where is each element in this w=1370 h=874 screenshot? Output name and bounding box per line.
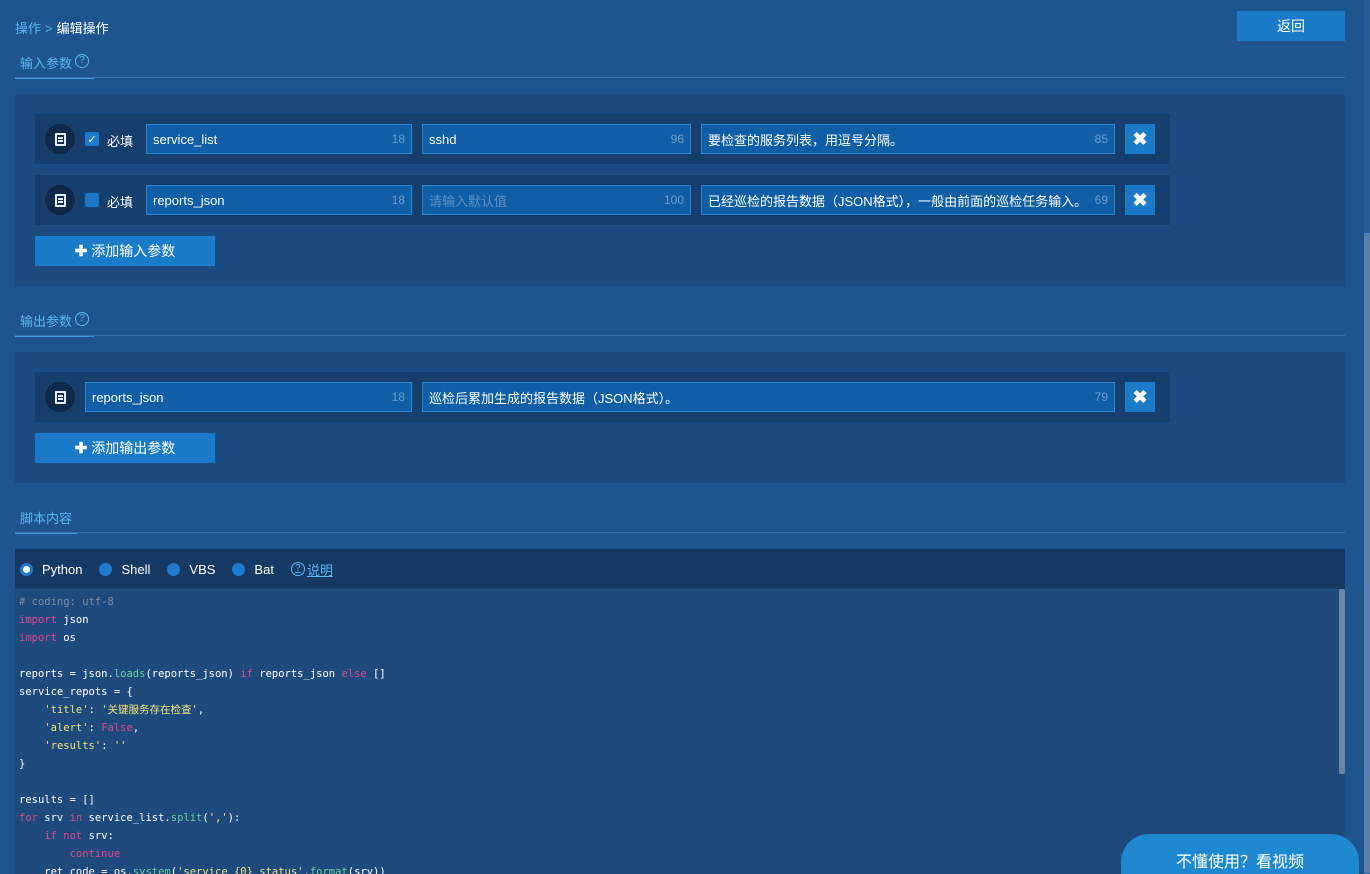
input-param-row: 必填 reports_json 18 请输入默认值 100 已经巡检的报告数据（… — [35, 175, 1170, 225]
section-divider — [15, 335, 1345, 336]
plus-icon: ✚ — [74, 440, 88, 457]
delete-row-button[interactable]: ✖ — [1125, 124, 1155, 154]
script-help-link[interactable]: ? 说明 — [290, 560, 333, 579]
param-name-input[interactable]: reports_json 18 — [146, 185, 412, 215]
add-output-param-button[interactable]: ✚ 添加输出参数 — [35, 433, 215, 463]
param-name-count: 18 — [391, 390, 405, 404]
required-label: 必填 — [107, 134, 134, 149]
param-description-value: 已经巡检的报告数据（JSON格式），一般由前面的巡检任务输入。 — [708, 193, 1088, 209]
code-editor-scrollbar[interactable] — [1339, 589, 1345, 774]
section-divider — [15, 532, 1345, 533]
section-divider — [15, 77, 1345, 78]
breadcrumb-current: 编辑操作 — [56, 21, 109, 36]
language-label-shell[interactable]: Shell — [121, 562, 150, 577]
required-checkbox[interactable] — [85, 193, 99, 207]
param-description-input[interactable]: 巡检后累加生成的报告数据（JSON格式）。 79 — [422, 382, 1115, 412]
param-default-input[interactable]: sshd 96 — [422, 124, 691, 154]
tab-input-params[interactable]: 输入参数 ? — [15, 53, 95, 79]
help-icon[interactable]: ? — [75, 312, 90, 326]
language-label-bat[interactable]: Bat — [254, 562, 274, 577]
tab-output-params[interactable]: 输出参数 ? — [15, 311, 95, 337]
add-output-param-label: 添加输出参数 — [91, 440, 176, 456]
param-description-count: 79 — [1094, 390, 1108, 404]
help-icon: ? — [290, 562, 305, 576]
code-line: 'alert': False, — [44, 722, 140, 734]
help-icon[interactable]: ? — [75, 54, 90, 68]
code-line: import json — [19, 614, 89, 626]
script-help-label: 说明 — [306, 562, 333, 578]
close-icon: ✖ — [1132, 386, 1148, 407]
param-description-input[interactable]: 要检查的服务列表，用逗号分隔。 85 — [701, 124, 1115, 154]
code-line: results = [] — [19, 794, 95, 806]
code-line: service_repots = { — [19, 686, 133, 698]
param-default-count: 96 — [670, 132, 684, 146]
input-params-title: 输入参数 — [20, 56, 73, 71]
param-name-value: reports_json — [153, 192, 225, 208]
param-name-count: 18 — [391, 132, 405, 146]
page-scrollbar[interactable] — [1364, 0, 1370, 874]
param-default-placeholder: 请输入默认值 — [429, 193, 508, 209]
required-checkbox[interactable]: ✓ — [85, 132, 99, 146]
code-line: 'results': '' — [44, 740, 127, 752]
param-description-count: 69 — [1094, 193, 1108, 207]
language-selector: Python Shell VBS Bat ? 说明 — [15, 549, 1345, 589]
breadcrumb: 操作 > 编辑操作 — [15, 18, 109, 37]
plus-icon: ✚ — [74, 243, 88, 260]
param-default-count: 100 — [663, 193, 684, 207]
delete-row-button[interactable]: ✖ — [1125, 185, 1155, 215]
param-description-value: 要检查的服务列表，用逗号分隔。 — [708, 132, 904, 148]
document-icon — [45, 382, 75, 412]
page-scrollbar-thumb[interactable] — [1364, 233, 1370, 873]
close-icon: ✖ — [1132, 189, 1148, 210]
add-input-param-button[interactable]: ✚ 添加输入参数 — [35, 236, 215, 266]
code-line: 'title': '关键服务存在检查', — [44, 704, 205, 716]
param-name-count: 18 — [391, 193, 405, 207]
radio-shell[interactable] — [99, 562, 113, 576]
document-icon — [45, 185, 75, 215]
code-editor[interactable]: # coding: utf-8 import json import os repo… — [15, 589, 1345, 874]
close-icon: ✖ — [1132, 128, 1148, 149]
param-name-value: service_list — [153, 131, 218, 147]
tab-script-content[interactable]: 脚本内容 — [15, 508, 78, 534]
output-params-title: 输出参数 — [20, 314, 73, 329]
radio-vbs[interactable] — [167, 562, 181, 576]
delete-row-button[interactable]: ✖ — [1125, 382, 1155, 412]
input-param-row: ✓ 必填 service_list 18 sshd 96 要检查的服务列表，用逗… — [35, 114, 1170, 164]
radio-bat[interactable] — [232, 562, 246, 576]
param-description-value: 巡检后累加生成的报告数据（JSON格式）。 — [429, 390, 679, 406]
code-line: } — [19, 758, 26, 770]
param-description-count: 85 — [1094, 132, 1108, 146]
param-description-input[interactable]: 已经巡检的报告数据（JSON格式），一般由前面的巡检任务输入。 69 — [701, 185, 1115, 215]
param-name-value: reports_json — [92, 389, 164, 405]
code-line: # coding: utf-8 — [19, 596, 114, 608]
add-input-param-label: 添加输入参数 — [91, 243, 176, 259]
script-content-title: 脚本内容 — [20, 511, 73, 526]
param-name-input[interactable]: service_list 18 — [146, 124, 412, 154]
code-line: for srv in service_list.split(','): — [19, 812, 241, 824]
output-param-row: reports_json 18 巡检后累加生成的报告数据（JSON格式）。 79… — [35, 372, 1170, 422]
required-label: 必填 — [107, 195, 134, 210]
breadcrumb-parent[interactable]: 操作 — [15, 21, 41, 36]
code-line: reports = json.loads(reports_json) if re… — [19, 668, 386, 680]
radio-python[interactable] — [20, 562, 33, 576]
param-default-input[interactable]: 请输入默认值 100 — [422, 185, 691, 215]
help-video-button[interactable]: 不懂使用？看视频 — [1121, 834, 1359, 874]
code-line: import os — [19, 632, 76, 644]
breadcrumb-separator: > — [45, 21, 53, 36]
document-icon — [45, 124, 75, 154]
param-name-input[interactable]: reports_json 18 — [85, 382, 412, 412]
back-button[interactable]: 返回 — [1237, 11, 1345, 41]
param-default-value: sshd — [429, 131, 457, 147]
language-label-python[interactable]: Python — [42, 562, 82, 577]
language-label-vbs[interactable]: VBS — [189, 562, 215, 577]
